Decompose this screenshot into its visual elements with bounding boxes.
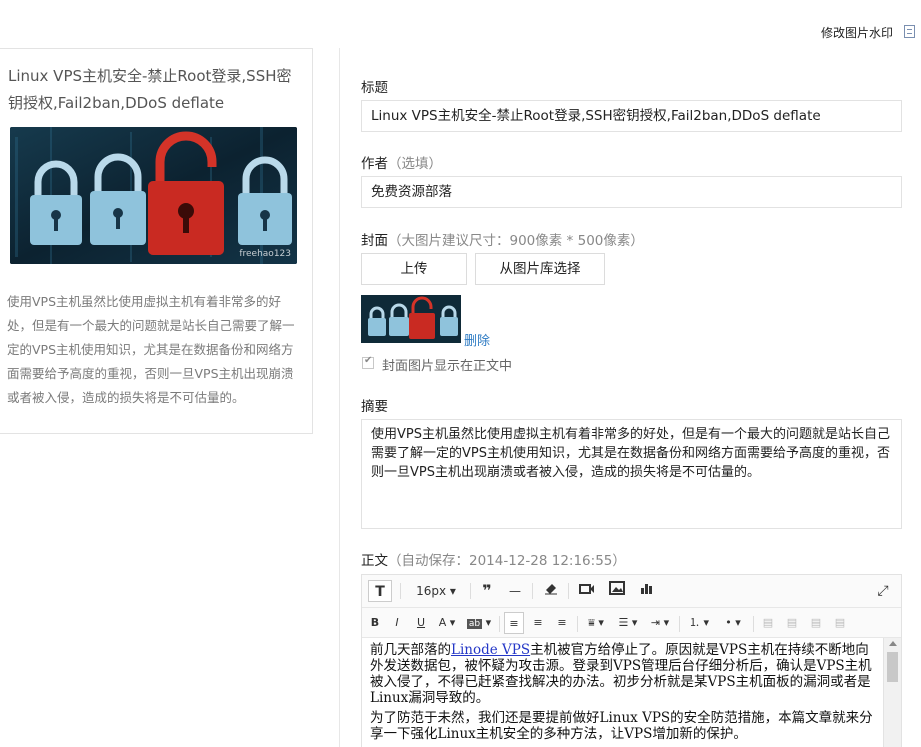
- toolbar-divider: [532, 583, 533, 599]
- bold-icon[interactable]: B: [366, 612, 384, 634]
- author-input[interactable]: 免费资源部落: [361, 176, 902, 208]
- cover-label: 封面（大图片建议尺寸：900像素 * 500像素）: [361, 233, 644, 249]
- video-icon[interactable]: [576, 580, 598, 602]
- indent-icon[interactable]: ⇥ ▾: [646, 612, 674, 634]
- body-label: 正文（自动保存：2014-12-28 12:16:55）: [361, 553, 626, 569]
- row-spacing-icon[interactable]: ⩸ ▾: [582, 612, 610, 634]
- delete-cover-link[interactable]: 删除: [464, 330, 490, 349]
- autosave-status: （自动保存：2014-12-28 12:16:55）: [388, 553, 626, 569]
- quote-icon[interactable]: ❞: [476, 580, 498, 602]
- toolbar-divider: [400, 583, 401, 599]
- chart-icon[interactable]: [636, 580, 658, 602]
- eraser-icon[interactable]: [540, 580, 562, 602]
- content-paragraph: 前几天部落的Linode VPS主机被官方给停止了。原因就是VPS主机在持续不断…: [370, 642, 872, 706]
- preview-digest: 使用VPS主机虽然比使用虚拟主机有着非常多的好处，但是有一个最大的问题就是站长自…: [7, 294, 295, 405]
- bg-color-icon[interactable]: ab ▾: [464, 612, 494, 634]
- image-icon[interactable]: [606, 580, 628, 602]
- float-left-icon[interactable]: ▤: [758, 612, 778, 634]
- digest-textarea[interactable]: 使用VPS主机虽然比使用虚拟主机有着非常多的好处，但是有一个最大的问题就是站长自…: [361, 419, 902, 529]
- line-height-icon[interactable]: ☰ ▾: [614, 612, 642, 634]
- fullscreen-icon[interactable]: ⤢: [872, 580, 894, 602]
- linode-vps-link[interactable]: Linode VPS: [451, 642, 530, 658]
- show-cover-checkbox[interactable]: [362, 355, 374, 369]
- article-preview-card[interactable]: Linux VPS主机安全-禁止Root登录,SSH密钥授权,Fail2ban,…: [0, 48, 313, 434]
- show-cover-label: 封面图片显示在正文中: [382, 359, 513, 374]
- align-left-icon[interactable]: ≡: [504, 612, 524, 634]
- underline-icon[interactable]: U: [412, 612, 430, 634]
- cover-hint: （大图片建议尺寸：900像素 * 500像素）: [388, 233, 644, 249]
- float-none-icon[interactable]: ▤: [830, 612, 850, 634]
- font-color-icon[interactable]: A ▾: [434, 612, 460, 634]
- author-hint: （选填）: [388, 156, 442, 172]
- padlocks-image: [10, 127, 297, 264]
- toolbar-divider: [470, 583, 471, 599]
- article-form: 标题 Linux VPS主机安全-禁止Root登录,SSH密钥授权,Fail2b…: [339, 48, 921, 747]
- float-center-icon[interactable]: ▤: [782, 612, 802, 634]
- preview-title: Linux VPS主机安全-禁止Root登录,SSH密钥授权,Fail2ban,…: [8, 67, 292, 112]
- cover-thumbnail: [361, 295, 461, 343]
- title-label: 标题: [361, 80, 388, 96]
- title-input[interactable]: Linux VPS主机安全-禁止Root登录,SSH密钥授权,Fail2ban,…: [361, 100, 902, 132]
- preview-cover-image: freehao123: [10, 127, 297, 264]
- editor-toolbar-format: B I U A ▾ ab ▾ ≡ ≡ ≡ ⩸ ▾ ☰ ▾ ⇥ ▾ ⒈ ▾ • ▾…: [362, 608, 901, 638]
- editor-toolbar-main: T 16px ▾ ❞ — ⤢: [362, 575, 901, 608]
- toolbar-divider: [577, 616, 578, 632]
- choose-from-library-button[interactable]: 从图片库选择: [475, 253, 605, 285]
- hr-icon[interactable]: —: [504, 580, 526, 602]
- rich-text-editor: T 16px ▾ ❞ — ⤢ B I U A ▾ ab ▾ ≡ ≡ ≡ ⩸ ▾ …: [361, 574, 902, 747]
- author-label: 作者（选填）: [361, 156, 442, 172]
- text-icon[interactable]: T: [368, 580, 392, 602]
- italic-icon[interactable]: I: [388, 612, 406, 634]
- ordered-list-icon[interactable]: ⒈ ▾: [684, 612, 714, 634]
- editor-scrollbar[interactable]: [883, 638, 901, 747]
- toolbar-divider: [679, 616, 680, 632]
- content-paragraph: 为了防范于未然，我们还是要提前做好Linux VPS的安全防范措施，本篇文章就来…: [370, 710, 873, 742]
- editor-content[interactable]: 前几天部落的Linode VPS主机被官方给停止了。原因就是VPS主机在持续不断…: [362, 638, 884, 747]
- digest-label: 摘要: [361, 399, 388, 415]
- float-right-icon[interactable]: ▤: [806, 612, 826, 634]
- document-icon[interactable]: [904, 25, 915, 38]
- align-center-icon[interactable]: ≡: [528, 612, 548, 634]
- toolbar-divider: [499, 616, 500, 632]
- align-right-icon[interactable]: ≡: [552, 612, 572, 634]
- upload-button[interactable]: 上传: [361, 253, 467, 285]
- scroll-up-arrow-icon[interactable]: [889, 641, 897, 646]
- scrollbar-thumb[interactable]: [887, 652, 898, 682]
- font-size-select[interactable]: 16px ▾: [408, 580, 464, 602]
- toolbar-divider: [753, 616, 754, 632]
- cover-watermark: freehao123: [239, 249, 291, 259]
- toolbar-divider: [568, 583, 569, 599]
- edit-watermark-link[interactable]: 修改图片水印: [821, 24, 893, 41]
- unordered-list-icon[interactable]: • ▾: [718, 612, 748, 634]
